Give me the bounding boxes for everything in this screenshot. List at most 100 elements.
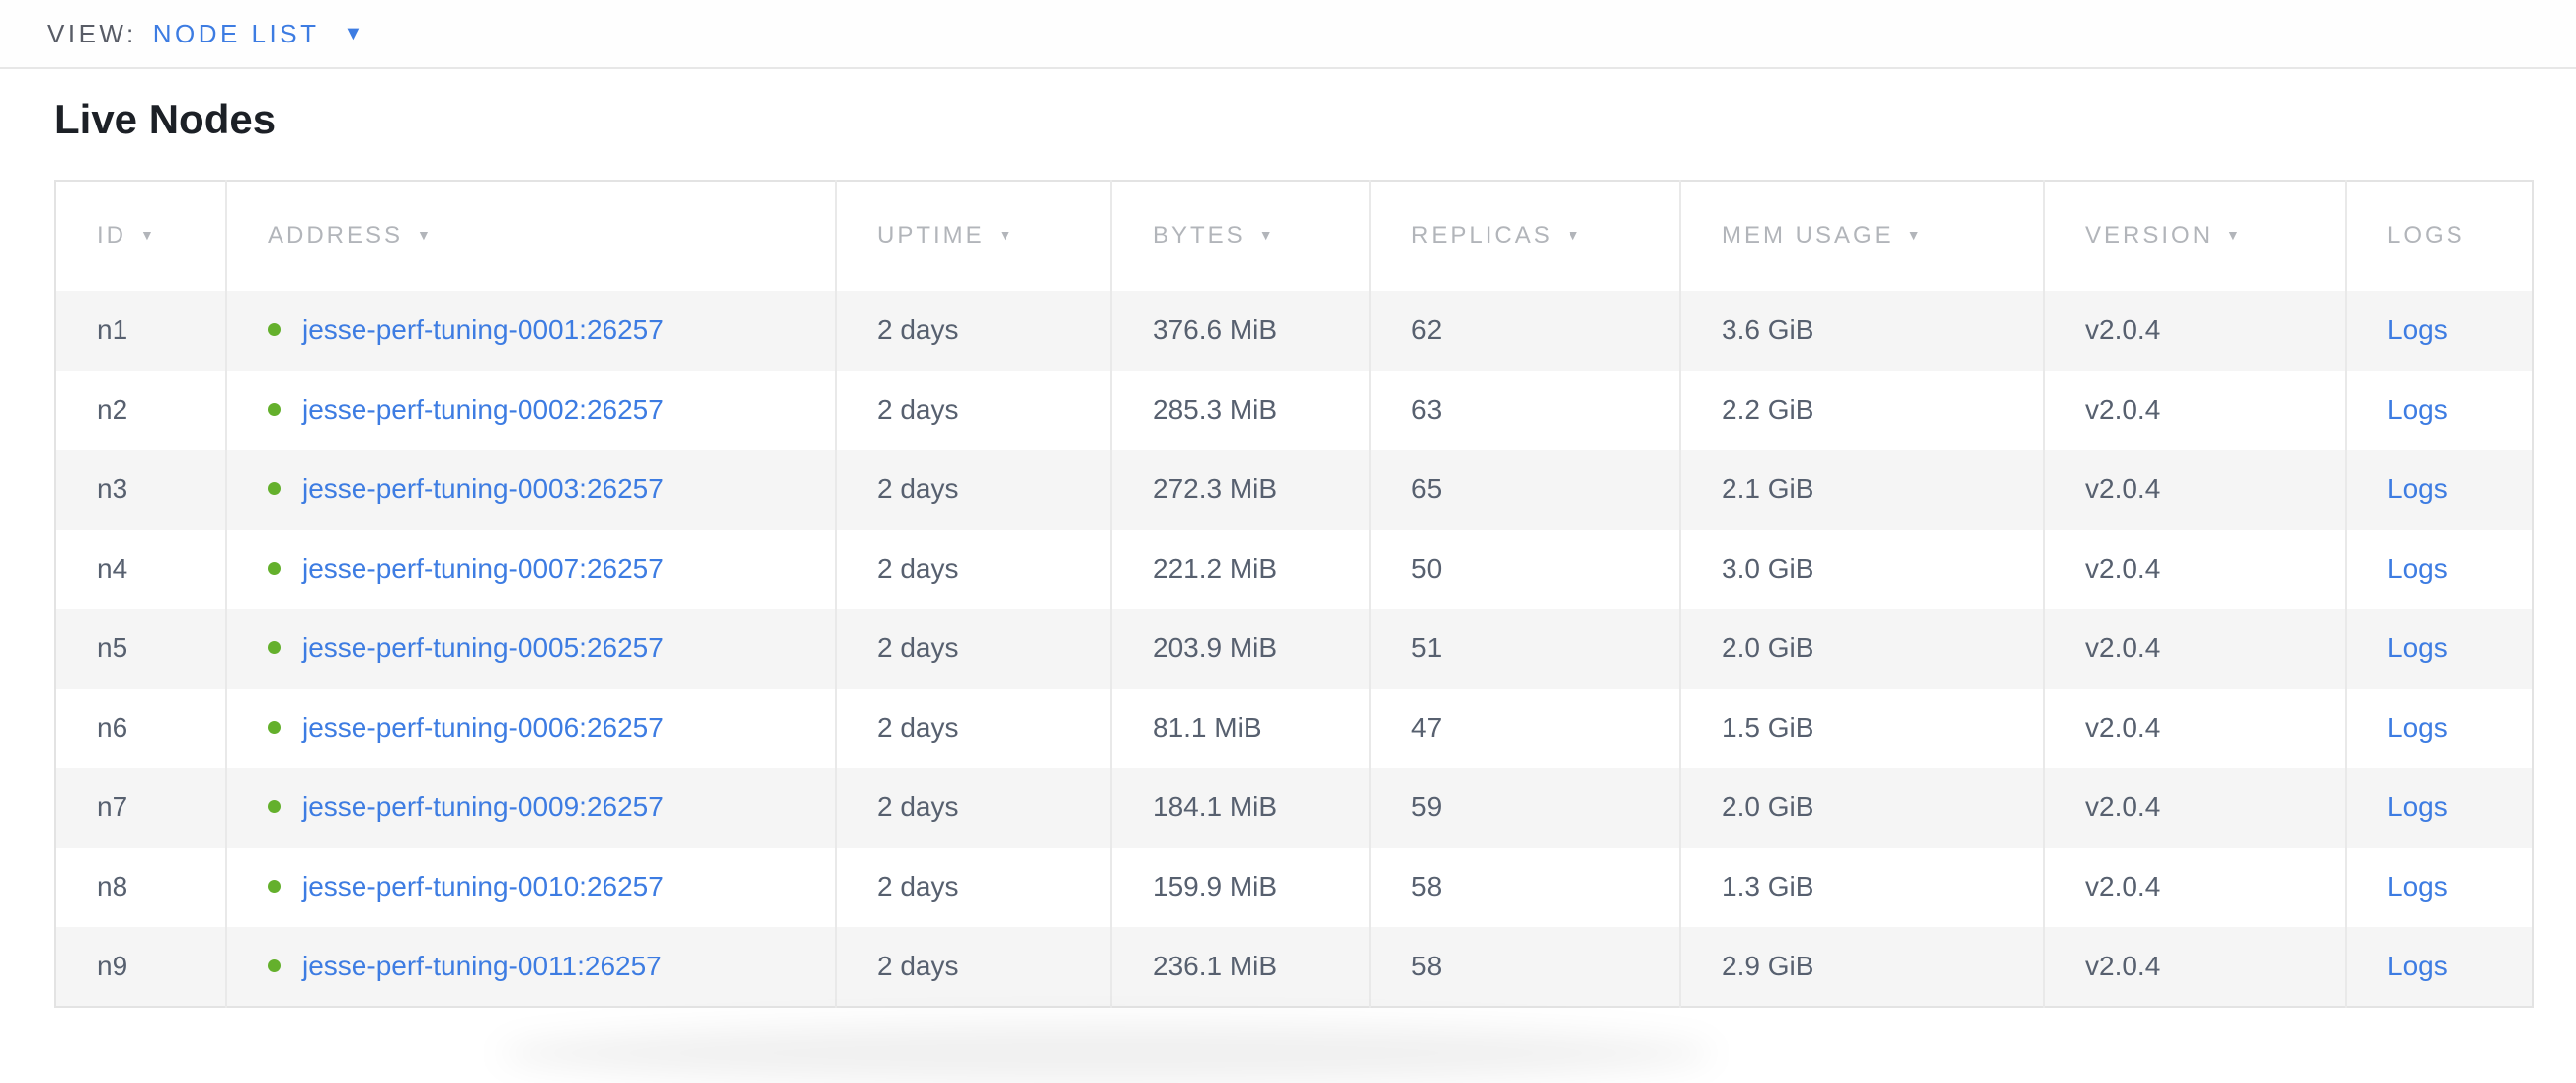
node-mem-usage-cell: 2.2 GiB [1680,371,2044,451]
main-content: Live Nodes ID▼ ADDRESS▼ UPTIME▼ [0,99,2576,1008]
column-header-bytes[interactable]: BYTES▼ [1111,181,1370,291]
view-label: VIEW: [47,19,137,49]
table-row: n7 jesse-perf-tuning-0009:26257 2 days 1… [55,768,2533,848]
node-address-cell: jesse-perf-tuning-0009:26257 [226,768,836,848]
column-header-uptime[interactable]: UPTIME▼ [836,181,1111,291]
node-replicas-cell: 50 [1370,530,1680,610]
table-row: n2 jesse-perf-tuning-0002:26257 2 days 2… [55,371,2533,451]
live-nodes-table: ID▼ ADDRESS▼ UPTIME▼ BYTES▼ REPLICAS▼ ME… [54,180,2534,1008]
node-address-cell: jesse-perf-tuning-0006:26257 [226,689,836,769]
node-address-link[interactable]: jesse-perf-tuning-0001:26257 [302,314,664,345]
node-logs-link[interactable]: Logs [2387,712,2448,743]
node-logs-link[interactable]: Logs [2387,473,2448,504]
column-header-label: ID [97,222,126,249]
node-logs-cell: Logs [2346,291,2533,371]
node-version-cell: v2.0.4 [2044,927,2346,1007]
node-logs-link[interactable]: Logs [2387,872,2448,902]
node-replicas-cell: 58 [1370,927,1680,1007]
node-live-status-icon [268,721,281,734]
node-address-link[interactable]: jesse-perf-tuning-0006:26257 [302,712,664,743]
table-row: n9 jesse-perf-tuning-0011:26257 2 days 2… [55,927,2533,1007]
node-version-cell: v2.0.4 [2044,450,2346,530]
node-mem-usage-cell: 1.5 GiB [1680,689,2044,769]
node-address-cell: jesse-perf-tuning-0003:26257 [226,450,836,530]
node-uptime-cell: 2 days [836,848,1111,928]
sort-arrow-icon: ▼ [1907,227,1924,243]
node-id-cell: n1 [55,291,226,371]
node-logs-link[interactable]: Logs [2387,951,2448,981]
node-mem-usage-cell: 1.3 GiB [1680,848,2044,928]
node-logs-link[interactable]: Logs [2387,314,2448,345]
node-version-cell: v2.0.4 [2044,371,2346,451]
column-header-mem-usage[interactable]: MEM USAGE ▼ [1680,181,2044,291]
column-header-version[interactable]: VERSION▼ [2044,181,2346,291]
node-replicas-cell: 63 [1370,371,1680,451]
node-id-cell: n3 [55,450,226,530]
table-row: n4 jesse-perf-tuning-0007:26257 2 days 2… [55,530,2533,610]
node-id-cell: n6 [55,689,226,769]
node-replicas-cell: 59 [1370,768,1680,848]
node-version-cell: v2.0.4 [2044,689,2346,769]
node-address-link[interactable]: jesse-perf-tuning-0003:26257 [302,473,664,504]
node-uptime-cell: 2 days [836,768,1111,848]
node-version-cell: v2.0.4 [2044,609,2346,689]
column-header-label: REPLICAS [1411,222,1553,249]
node-mem-usage-cell: 2.1 GiB [1680,450,2044,530]
column-header-label: UPTIME [877,222,985,249]
node-address-link[interactable]: jesse-perf-tuning-0005:26257 [302,632,664,663]
node-address-cell: jesse-perf-tuning-0002:26257 [226,371,836,451]
node-version-cell: v2.0.4 [2044,768,2346,848]
node-uptime-cell: 2 days [836,689,1111,769]
node-bytes-cell: 203.9 MiB [1111,609,1370,689]
node-logs-link[interactable]: Logs [2387,632,2448,663]
table-row: n3 jesse-perf-tuning-0003:26257 2 days 2… [55,450,2533,530]
node-address-link[interactable]: jesse-perf-tuning-0011:26257 [302,951,662,981]
node-logs-cell: Logs [2346,530,2533,610]
node-address-link[interactable]: jesse-perf-tuning-0002:26257 [302,394,664,425]
node-logs-link[interactable]: Logs [2387,394,2448,425]
node-logs-cell: Logs [2346,609,2533,689]
node-address-link[interactable]: jesse-perf-tuning-0007:26257 [302,553,664,584]
table-row: n6 jesse-perf-tuning-0006:26257 2 days 8… [55,689,2533,769]
table-row: n5 jesse-perf-tuning-0005:26257 2 days 2… [55,609,2533,689]
node-mem-usage-cell: 3.0 GiB [1680,530,2044,610]
node-bytes-cell: 376.6 MiB [1111,291,1370,371]
sort-arrow-icon: ▼ [417,227,434,243]
node-live-status-icon [268,959,281,972]
column-header-label: MEM USAGE [1722,222,1893,249]
node-live-status-icon [268,562,281,575]
node-bytes-cell: 236.1 MiB [1111,927,1370,1007]
sort-arrow-icon: ▼ [1567,227,1583,243]
column-header-address[interactable]: ADDRESS▼ [226,181,836,291]
node-replicas-cell: 47 [1370,689,1680,769]
node-version-cell: v2.0.4 [2044,530,2346,610]
node-logs-cell: Logs [2346,768,2533,848]
node-live-status-icon [268,880,281,893]
node-live-status-icon [268,403,281,416]
node-address-link[interactable]: jesse-perf-tuning-0009:26257 [302,791,664,822]
node-bytes-cell: 221.2 MiB [1111,530,1370,610]
node-uptime-cell: 2 days [836,291,1111,371]
column-header-id[interactable]: ID▼ [55,181,226,291]
node-logs-link[interactable]: Logs [2387,553,2448,584]
node-address-cell: jesse-perf-tuning-0010:26257 [226,848,836,928]
node-address-cell: jesse-perf-tuning-0007:26257 [226,530,836,610]
bottom-edge-shadow [499,1024,1714,1083]
node-live-status-icon [268,482,281,495]
node-logs-link[interactable]: Logs [2387,791,2448,822]
column-header-label: LOGS [2387,222,2465,249]
node-id-cell: n9 [55,927,226,1007]
view-selector-dropdown[interactable]: VIEW: NODE LIST ▼ [47,19,362,49]
node-uptime-cell: 2 days [836,450,1111,530]
node-mem-usage-cell: 3.6 GiB [1680,291,2044,371]
node-bytes-cell: 159.9 MiB [1111,848,1370,928]
node-address-cell: jesse-perf-tuning-0001:26257 [226,291,836,371]
node-id-cell: n2 [55,371,226,451]
node-live-status-icon [268,641,281,654]
node-replicas-cell: 62 [1370,291,1680,371]
node-id-cell: n7 [55,768,226,848]
node-mem-usage-cell: 2.9 GiB [1680,927,2044,1007]
node-address-link[interactable]: jesse-perf-tuning-0010:26257 [302,872,664,902]
column-header-logs: LOGS [2346,181,2533,291]
column-header-replicas[interactable]: REPLICAS ▼ [1370,181,1680,291]
